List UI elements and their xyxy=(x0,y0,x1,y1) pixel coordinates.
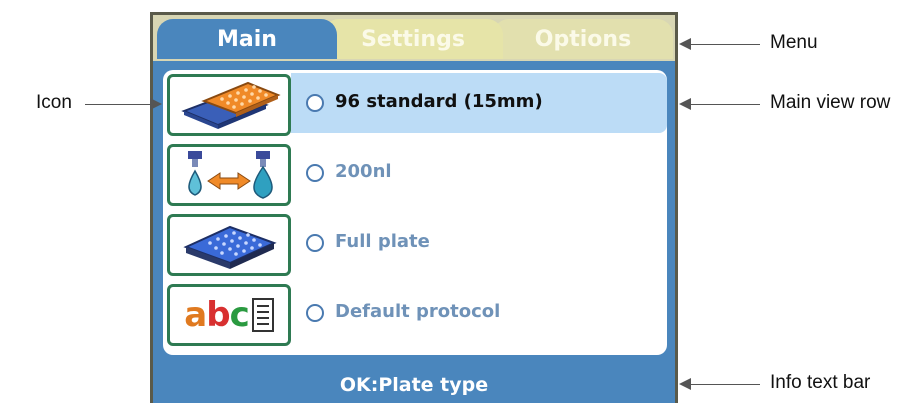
tab-main-label: Main xyxy=(217,26,277,52)
tab-bar: Options Settings Main xyxy=(153,15,675,61)
tab-settings[interactable]: Settings xyxy=(323,19,503,59)
protocol-abc-icon[interactable]: abc xyxy=(167,284,291,346)
dispense-volume-icon[interactable] xyxy=(167,144,291,206)
device-screen: Options Settings Main 96 standard (15mm)… xyxy=(150,12,678,403)
callout-info-bar-arrow xyxy=(679,378,691,390)
callout-menu-line xyxy=(690,44,760,45)
radio-button[interactable] xyxy=(306,304,324,322)
radio-button[interactable] xyxy=(306,94,324,112)
row-label: 200nl xyxy=(335,161,392,182)
plate-stack-icon[interactable] xyxy=(167,74,291,136)
callout-info-bar-label: Info text bar xyxy=(770,372,871,393)
callout-icon-arrow xyxy=(150,98,162,110)
main-view-row-volume[interactable]: 200nl xyxy=(163,140,667,206)
info-text: OK:Plate type xyxy=(339,374,489,396)
main-view-row-plate-area[interactable]: Full plate xyxy=(163,210,667,276)
document-icon xyxy=(251,298,274,332)
callout-icon-line xyxy=(85,104,159,105)
radio-button[interactable] xyxy=(306,164,324,182)
main-view-row-plate-type[interactable]: 96 standard (15mm) xyxy=(163,70,667,136)
row-label: Full plate xyxy=(335,231,430,252)
tab-settings-label: Settings xyxy=(361,26,465,52)
callout-main-view-row-label: Main view row xyxy=(770,92,891,113)
tab-options-label: Options xyxy=(534,26,632,52)
callout-main-view-row-line xyxy=(690,104,760,105)
radio-button[interactable] xyxy=(306,234,324,252)
tab-main[interactable]: Main xyxy=(157,19,337,59)
row-label: 96 standard (15mm) xyxy=(335,91,543,112)
callout-menu-arrow xyxy=(679,38,691,50)
full-plate-icon[interactable] xyxy=(167,214,291,276)
row-label: Default protocol xyxy=(335,301,501,322)
callout-info-bar-line xyxy=(690,384,760,385)
tab-options[interactable]: Options xyxy=(493,19,673,59)
main-view-panel: 96 standard (15mm) 200nl Full plate abc … xyxy=(163,70,667,355)
info-text-bar: OK:Plate type xyxy=(153,364,675,403)
main-view-row-protocol[interactable]: abc Default protocol xyxy=(163,280,667,346)
callout-icon-label: Icon xyxy=(36,92,72,113)
callout-menu-label: Menu xyxy=(770,32,818,53)
abc-glyph: abc xyxy=(184,295,249,335)
callout-main-view-row-arrow xyxy=(679,98,691,110)
